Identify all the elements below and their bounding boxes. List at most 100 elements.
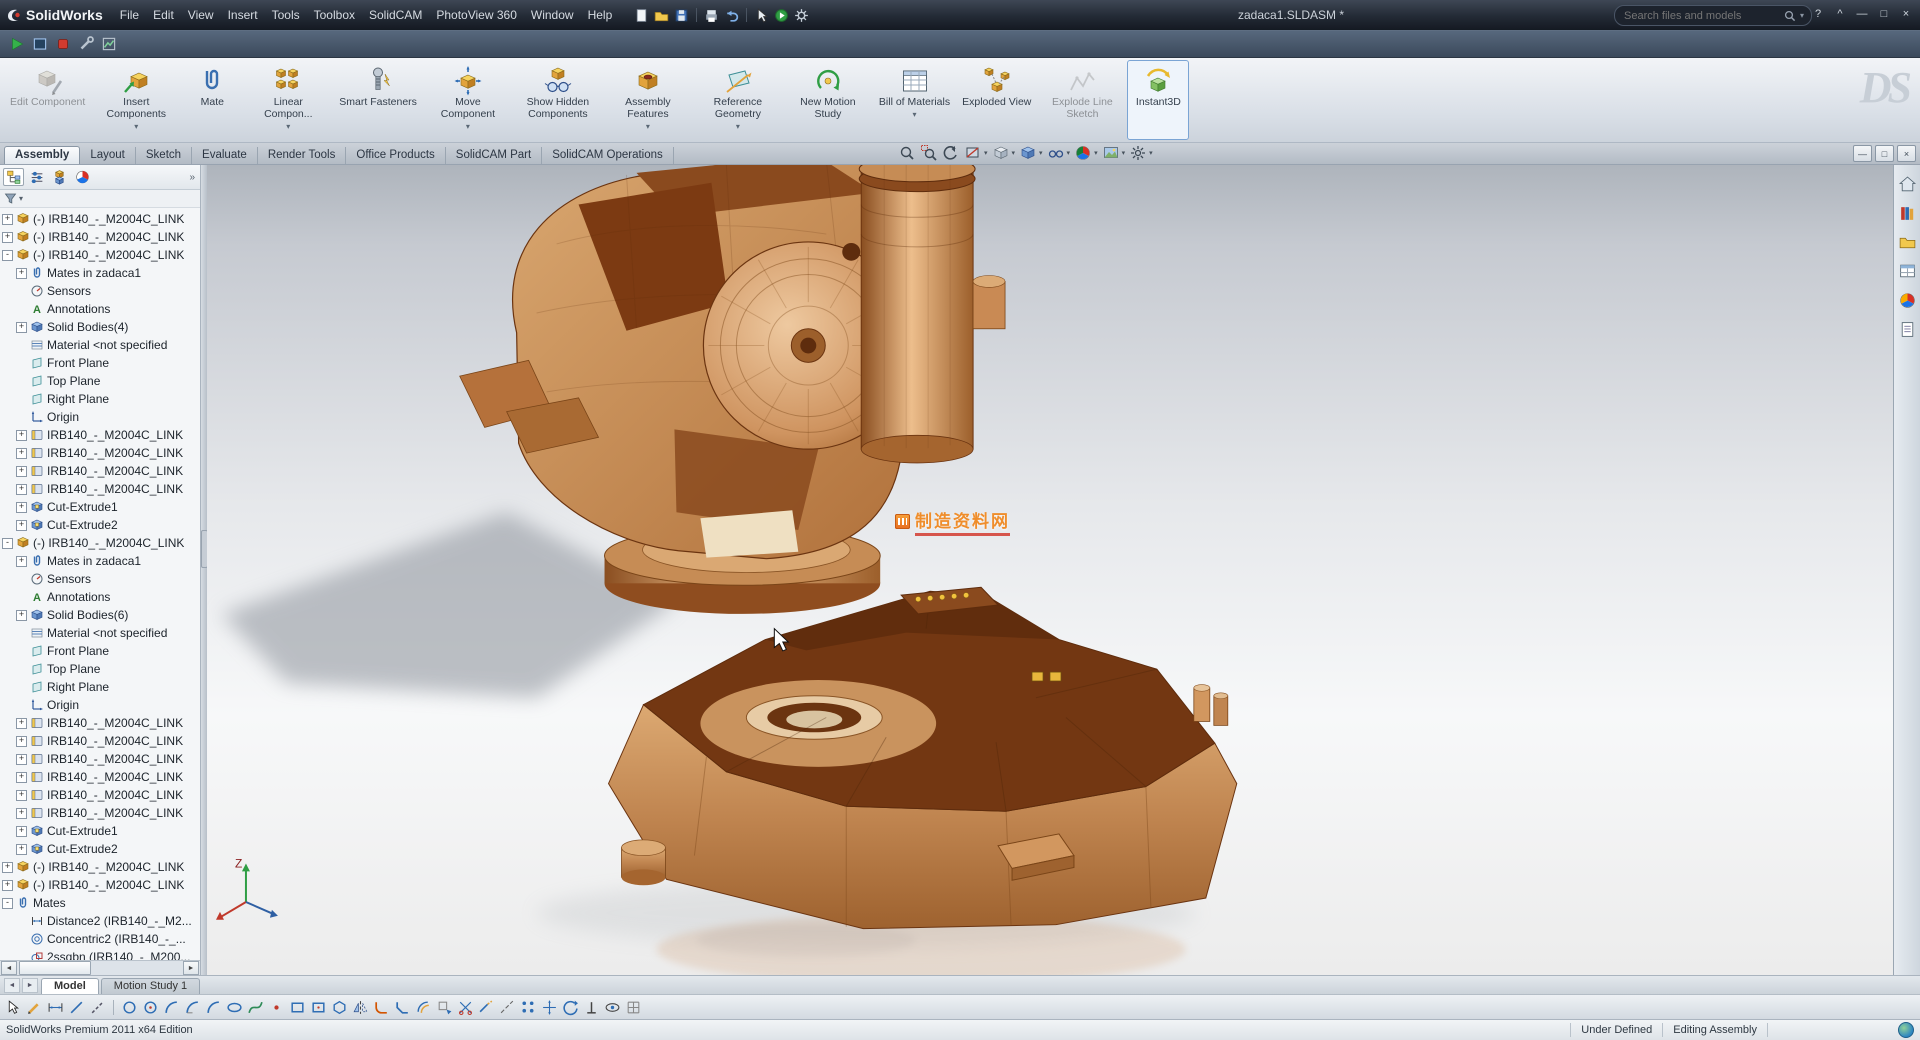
tree-item[interactable]: -Mates [0,894,200,912]
ribbon-exploded-view[interactable]: Exploded View [956,60,1037,140]
linear-sketch-pattern-icon[interactable] [520,999,537,1016]
tree-item[interactable]: +Material <not specified [0,336,200,354]
ribbon-linear-compon[interactable]: Linear Compon...▾ [243,60,333,140]
tree-item[interactable]: +Front Plane [0,642,200,660]
tab-sketch[interactable]: Sketch [136,147,192,164]
centerpoint-arc-icon[interactable] [163,999,180,1016]
expand-toggle[interactable]: + [16,430,27,441]
previous-view-icon[interactable] [942,144,960,162]
tab-scroll-left-icon[interactable]: ◄ [4,978,20,993]
tree-item[interactable]: +AAnnotations [0,588,200,606]
tangent-arc-icon[interactable] [184,999,201,1016]
expand-toggle[interactable]: + [16,718,27,729]
spline-icon[interactable] [247,999,264,1016]
tree-item[interactable]: +(-) IRB140_-_M2004C_LINK [0,210,200,228]
tree-item[interactable]: +Cut-Extrude2 [0,840,200,858]
menu-edit[interactable]: Edit [146,5,181,25]
ribbon-mate[interactable]: Mate [181,60,243,140]
featuremanager-tab[interactable] [3,168,24,186]
center-rectangle-icon[interactable] [310,999,327,1016]
tree-item[interactable]: +Distance2 (IRB140_-_M2... [0,912,200,930]
doc-restore-button[interactable]: □ [1875,145,1894,162]
search-box[interactable]: ▾ [1614,5,1812,26]
select-icon[interactable] [5,999,22,1016]
file-explorer-icon[interactable] [1898,233,1917,252]
mirror-entities-icon[interactable] [352,999,369,1016]
ribbon-edit-component[interactable]: Edit Component [4,60,91,140]
scroll-left-icon[interactable]: ◄ [1,961,17,975]
expand-toggle[interactable]: - [2,250,13,261]
sim-play-icon[interactable] [8,35,26,53]
appearances-scenes-icon[interactable] [1898,291,1917,310]
tree-item[interactable]: +2ssqbn (IRB140_-_M200... [0,948,200,960]
doc-tab-model[interactable]: Model [41,978,99,994]
tree-item[interactable]: +IRB140_-_M2004C_LINK [0,786,200,804]
expand-toggle[interactable]: + [16,448,27,459]
tree-item[interactable]: -(-) IRB140_-_M2004C_LINK [0,246,200,264]
smart-dimension-icon[interactable] [47,999,64,1016]
dropdown-caret-icon[interactable]: ▾ [1094,149,1098,157]
dropdown-caret-icon[interactable]: ▾ [736,122,740,131]
ribbon-insert-components[interactable]: Insert Components▾ [91,60,181,140]
maximize-button[interactable]: □ [1874,5,1894,23]
tree-item[interactable]: +Right Plane [0,390,200,408]
expand-toggle[interactable]: + [16,520,27,531]
extend-entities-icon[interactable] [478,999,495,1016]
apply-scene-icon[interactable] [1102,144,1120,162]
convert-entities-icon[interactable] [436,999,453,1016]
design-library-icon[interactable] [1898,204,1917,223]
expand-toggle[interactable]: + [16,466,27,477]
expand-toggle[interactable]: + [16,610,27,621]
ribbon-assembly-features[interactable]: Assembly Features▾ [603,60,693,140]
tab-scroll-right-icon[interactable]: ► [22,978,38,993]
ribbon-bill-of-materials[interactable]: Bill of Materials▾ [873,60,956,140]
new-document-icon[interactable] [633,7,650,24]
dropdown-caret-icon[interactable]: ▾ [1012,149,1016,157]
menu-file[interactable]: File [113,5,146,25]
tree-horizontal-scrollbar[interactable]: ◄ ► [0,960,200,975]
construction-geometry-icon[interactable] [499,999,516,1016]
search-icon[interactable] [1784,10,1796,22]
tree-item[interactable]: +IRB140_-_M2004C_LINK [0,768,200,786]
sketch-chamfer-icon[interactable] [394,999,411,1016]
zoom-fit-icon[interactable] [898,144,916,162]
tree-item[interactable]: +(-) IRB140_-_M2004C_LINK [0,228,200,246]
doc-close-button[interactable]: × [1897,145,1916,162]
tree-item[interactable]: +Right Plane [0,678,200,696]
tree-item[interactable]: +Solid Bodies(6) [0,606,200,624]
expand-toggle[interactable]: + [16,772,27,783]
expand-toggle[interactable]: + [16,736,27,747]
model-canvas[interactable]: Z [207,165,1893,975]
rotate-entities-icon[interactable] [562,999,579,1016]
ribbon-instant3d[interactable]: Instant3D [1127,60,1189,140]
minimize-button[interactable]: — [1852,5,1872,23]
expand-toggle[interactable]: - [2,538,13,549]
sketch-fillet-icon[interactable] [373,999,390,1016]
sim-window-icon[interactable] [31,35,49,53]
tab-solidcam-operations[interactable]: SolidCAM Operations [542,147,674,164]
polygon-icon[interactable] [331,999,348,1016]
hide-show-items-icon[interactable] [1047,144,1065,162]
macro-tool-2-icon[interactable] [100,35,118,53]
tree-item[interactable]: +Sensors [0,282,200,300]
collapse-button[interactable]: ^ [1830,5,1850,23]
menu-window[interactable]: Window [524,5,581,25]
tree-item[interactable]: +(-) IRB140_-_M2004C_LINK [0,858,200,876]
dropdown-caret-icon[interactable]: ▾ [286,122,290,131]
tree-item[interactable]: +AAnnotations [0,300,200,318]
tree-item[interactable]: +IRB140_-_M2004C_LINK [0,426,200,444]
dropdown-caret-icon[interactable]: ▾ [913,110,917,119]
view-settings-icon[interactable] [1129,144,1147,162]
close-button[interactable]: × [1896,5,1916,23]
tree-item[interactable]: +Top Plane [0,660,200,678]
tree-item[interactable]: +Front Plane [0,354,200,372]
open-document-icon[interactable] [653,7,670,24]
expand-toggle[interactable]: - [2,898,13,909]
scroll-track[interactable] [17,961,183,975]
tree-item[interactable]: +IRB140_-_M2004C_LINK [0,732,200,750]
tab-render-tools[interactable]: Render Tools [258,147,347,164]
expand-toggle[interactable]: + [2,880,13,891]
display-style-icon[interactable] [1019,144,1037,162]
panel-expand-chevron[interactable]: » [189,172,197,183]
configurationmanager-tab[interactable] [49,168,70,186]
